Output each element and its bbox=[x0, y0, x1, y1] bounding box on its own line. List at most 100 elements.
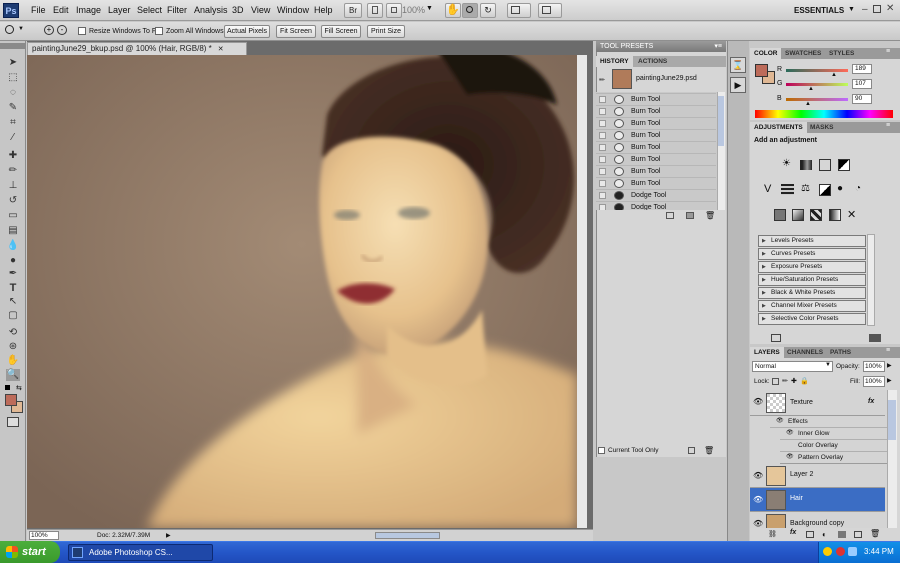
eyedropper-tool-icon[interactable]: ⁄ bbox=[6, 132, 20, 144]
new-preset-icon[interactable] bbox=[688, 447, 695, 454]
brush-tool-icon[interactable]: ✏ bbox=[6, 165, 20, 177]
photo-filter-icon[interactable]: ● bbox=[837, 183, 843, 194]
add-style-icon[interactable]: fx bbox=[790, 529, 796, 536]
effect-inner-glow[interactable]: 👁 Inner Glow bbox=[780, 428, 887, 440]
visibility-eye-icon[interactable]: 👁 bbox=[753, 519, 763, 528]
zoom-in-icon[interactable]: + bbox=[44, 25, 54, 35]
effects-group[interactable]: 👁 Effects bbox=[770, 416, 887, 428]
tray-icon[interactable] bbox=[823, 547, 832, 556]
menu-select[interactable]: Select bbox=[137, 5, 162, 15]
history-scroll-thumb[interactable] bbox=[718, 96, 724, 146]
adjustment-options-icon[interactable] bbox=[869, 334, 881, 342]
color-spectrum-ramp[interactable] bbox=[755, 110, 893, 118]
b-value-field[interactable]: 90 bbox=[852, 94, 872, 104]
layer-row-background-copy[interactable]: 👁 Background copy bbox=[750, 512, 885, 528]
minimize-icon[interactable]: – bbox=[862, 4, 868, 15]
lock-pixels-icon[interactable]: ✏ bbox=[782, 377, 788, 385]
taskbar-photoshop-button[interactable]: Adobe Photoshop CS... bbox=[68, 544, 213, 561]
history-panel-icon[interactable]: ⌛ bbox=[730, 57, 746, 73]
3d-orbit-tool-icon[interactable]: ⊛ bbox=[6, 341, 20, 353]
rotate-view-button[interactable]: ↻ bbox=[480, 3, 496, 18]
b-slider[interactable] bbox=[786, 98, 848, 101]
actions-panel-icon[interactable]: ▶ bbox=[730, 77, 746, 93]
tab-styles[interactable]: STYLES bbox=[825, 48, 858, 59]
history-item[interactable]: Burn Tool bbox=[596, 105, 716, 117]
menu-filter[interactable]: Filter bbox=[167, 5, 187, 15]
gradient-tool-icon[interactable]: ▤ bbox=[6, 225, 20, 237]
trash-icon[interactable]: 🗑 bbox=[705, 211, 715, 220]
channel-mixer-icon[interactable]: ◔ bbox=[855, 183, 861, 194]
tab-adjustments[interactable]: ADJUSTMENTS bbox=[750, 122, 807, 133]
hand-tool-icon[interactable]: ✋ bbox=[6, 355, 20, 367]
gradient-map-icon[interactable] bbox=[829, 209, 841, 221]
horizontal-scrollbar[interactable] bbox=[375, 532, 440, 539]
new-document-icon[interactable] bbox=[666, 212, 674, 219]
move-tool-icon[interactable]: ➤ bbox=[6, 57, 20, 69]
add-mask-icon[interactable] bbox=[806, 531, 814, 538]
path-selection-tool-icon[interactable]: ↖ bbox=[6, 296, 20, 308]
effect-color-overlay[interactable]: Color Overlay bbox=[780, 440, 887, 452]
selective-color-presets[interactable]: Selective Color Presets bbox=[758, 313, 866, 325]
status-menu-icon[interactable]: ▶ bbox=[166, 532, 171, 539]
menu-file[interactable]: File bbox=[31, 5, 46, 15]
current-tool-only-checkbox[interactable]: Current Tool Only bbox=[598, 447, 658, 454]
snapshot-thumbnail[interactable] bbox=[612, 69, 632, 89]
crop-tool-icon[interactable]: ⌗ bbox=[6, 117, 20, 129]
visibility-eye-icon[interactable]: 👁 bbox=[753, 495, 763, 504]
lock-transparency-icon[interactable] bbox=[772, 378, 779, 385]
history-item[interactable]: Burn Tool bbox=[596, 141, 716, 153]
threshold-icon[interactable] bbox=[810, 209, 822, 221]
color-balance-icon[interactable]: ⚖ bbox=[801, 183, 810, 194]
channel-mixer-presets[interactable]: Channel Mixer Presets bbox=[758, 300, 866, 312]
layer-row-texture[interactable]: 👁 Texture fx bbox=[750, 390, 885, 416]
menu-help[interactable]: Help bbox=[314, 5, 333, 15]
workspace-dropdown-icon[interactable]: ▼ bbox=[848, 6, 855, 13]
levels-presets[interactable]: Levels Presets bbox=[758, 235, 866, 247]
eye-icon[interactable]: 👁 bbox=[776, 416, 784, 427]
zoom-out-icon[interactable]: - bbox=[57, 25, 67, 35]
layers-scroll-thumb[interactable] bbox=[888, 400, 896, 440]
history-item[interactable]: Burn Tool bbox=[596, 177, 716, 189]
hue-saturation-icon[interactable] bbox=[781, 184, 794, 195]
history-item[interactable]: Burn Tool bbox=[596, 117, 716, 129]
tab-paths[interactable]: PATHS bbox=[826, 347, 855, 358]
zoom-level-select[interactable]: 100% bbox=[402, 5, 425, 15]
quick-mask-icon[interactable] bbox=[7, 417, 19, 427]
tab-swatches[interactable]: SWATCHES bbox=[781, 48, 825, 59]
r-slider-thumb[interactable]: ▲ bbox=[831, 72, 837, 78]
zoom-dropdown-icon[interactable]: ▼ bbox=[426, 5, 433, 12]
pen-tool-icon[interactable]: ✒ bbox=[6, 268, 20, 280]
marquee-tool-icon[interactable]: ⬚ bbox=[6, 72, 20, 84]
preset-dropdown-icon[interactable]: ▼ bbox=[18, 26, 24, 32]
vibrance-icon[interactable]: V bbox=[764, 183, 771, 195]
new-adjustment-icon[interactable]: ◐ bbox=[822, 530, 827, 539]
eye-icon[interactable]: 👁 bbox=[786, 452, 794, 463]
spot-healing-tool-icon[interactable]: ✚ bbox=[6, 150, 20, 162]
blur-tool-icon[interactable]: 💧 bbox=[6, 240, 20, 252]
snapshot-label[interactable]: paintingJune29.psd bbox=[636, 75, 697, 82]
dodge-tool-icon[interactable]: ● bbox=[6, 255, 20, 267]
menu-analysis[interactable]: Analysis bbox=[194, 5, 228, 15]
zoom-tool-icon[interactable]: 🔍 bbox=[6, 369, 20, 381]
vertical-scrollbar[interactable] bbox=[577, 55, 587, 528]
new-layer-icon[interactable] bbox=[854, 531, 862, 538]
effects-fx-icon[interactable]: fx bbox=[868, 398, 874, 405]
fill-field[interactable]: 100% bbox=[863, 376, 885, 387]
lock-all-icon[interactable]: 🔒 bbox=[800, 377, 809, 385]
history-item[interactable]: Burn Tool bbox=[596, 129, 716, 141]
menu-image[interactable]: Image bbox=[76, 5, 101, 15]
link-layers-icon[interactable]: ⛓ bbox=[768, 530, 777, 538]
panel-menu-icon[interactable]: ≡ bbox=[886, 347, 890, 354]
hand-tool-button[interactable]: ✋ bbox=[445, 3, 461, 18]
history-item[interactable]: Dodge Tool bbox=[596, 189, 716, 201]
selective-color-icon[interactable]: ✕ bbox=[847, 208, 856, 221]
g-slider-thumb[interactable]: ▲ bbox=[808, 86, 814, 92]
tab-color[interactable]: COLOR bbox=[750, 48, 782, 59]
type-tool-icon[interactable]: T bbox=[6, 282, 20, 294]
zoom-all-windows-checkbox[interactable]: Zoom All Windows bbox=[155, 27, 224, 35]
g-slider[interactable] bbox=[786, 83, 848, 86]
restore-icon[interactable] bbox=[873, 5, 881, 13]
clone-stamp-tool-icon[interactable]: ⊥ bbox=[6, 180, 20, 192]
b-slider-thumb[interactable]: ▲ bbox=[805, 101, 811, 107]
lasso-tool-icon[interactable]: ◌ bbox=[6, 87, 20, 99]
